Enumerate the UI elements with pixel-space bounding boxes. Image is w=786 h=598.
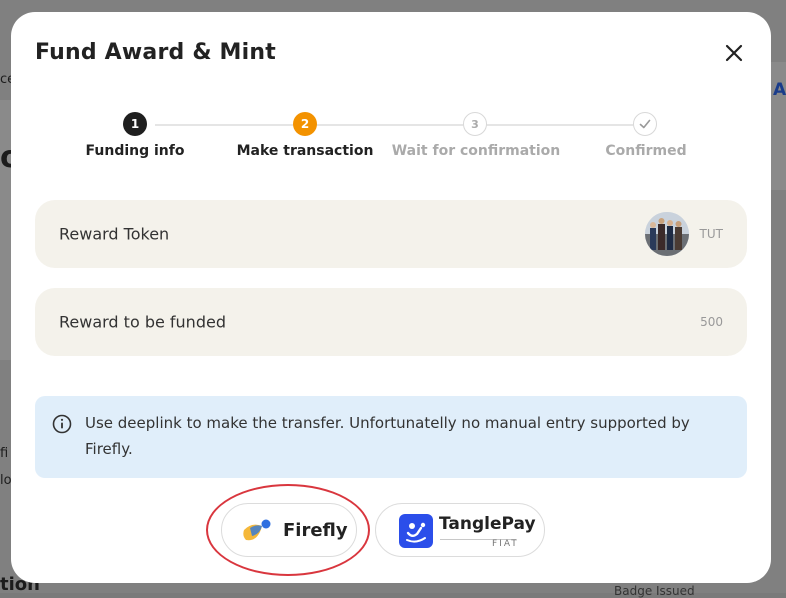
reward-funded-value: 500 (700, 315, 723, 329)
step-2-indicator: 2 (293, 112, 317, 136)
step-1-indicator: 1 (123, 112, 147, 136)
check-icon (639, 119, 651, 129)
firefly-wallet-button[interactable]: Firefly (221, 503, 357, 557)
reward-funded-label: Reward to be funded (59, 312, 226, 332)
step-4-label: Confirmed (605, 143, 687, 159)
tanglepay-logo-icon (399, 514, 433, 548)
background-text: A (773, 80, 786, 100)
background-text: lo (0, 473, 12, 488)
modal-title: Fund Award & Mint (35, 40, 276, 65)
step-3-label: Wait for confirmation (391, 143, 561, 159)
step-4-indicator (633, 112, 657, 136)
stepper: 1 2 3 Funding info Make transaction Wait… (11, 112, 771, 172)
token-avatar (645, 212, 689, 256)
step-2-label: Make transaction (236, 143, 374, 159)
background-text: Badge Issued (614, 584, 695, 598)
step-3-indicator: 3 (463, 112, 487, 136)
step-connector (317, 124, 463, 126)
info-text: Use deeplink to make the transfer. Unfor… (85, 414, 690, 458)
tanglepay-sub-label: FIAT (492, 539, 519, 549)
background-panel (0, 100, 11, 360)
tanglepay-label: TanglePay (439, 514, 536, 534)
step-connector (155, 124, 293, 126)
firefly-label: Firefly (283, 520, 348, 541)
step-connector (487, 124, 633, 126)
firefly-logo-icon (243, 519, 271, 541)
tanglepay-wallet-button[interactable]: TanglePay FIAT (375, 503, 545, 557)
reward-funded-field: Reward to be funded 500 (35, 288, 747, 356)
info-icon (52, 414, 72, 434)
close-icon (725, 44, 743, 62)
fund-award-modal: Fund Award & Mint 1 2 3 Funding info Mak… (11, 12, 771, 583)
step-1-label: Funding info (85, 143, 185, 159)
reward-token-value: TUT (699, 227, 723, 241)
background-text: fi (0, 446, 9, 461)
deeplink-info-banner: Use deeplink to make the transfer. Unfor… (35, 396, 747, 478)
close-button[interactable] (723, 42, 745, 64)
reward-token-field: Reward Token TUT (35, 200, 747, 268)
reward-token-label: Reward Token (59, 224, 170, 244)
